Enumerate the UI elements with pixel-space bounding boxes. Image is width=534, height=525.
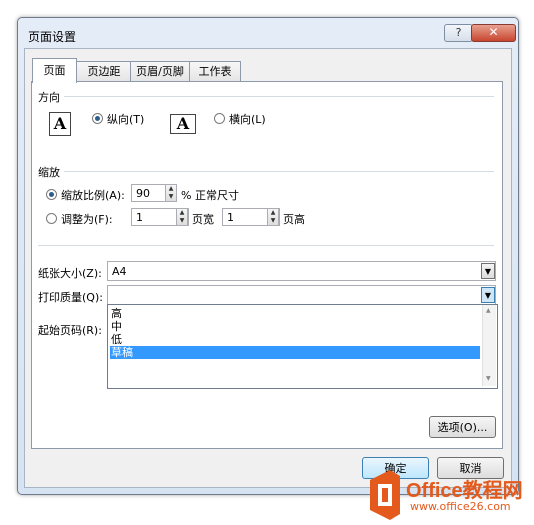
tab-margins[interactable]: 页边距 bbox=[75, 61, 133, 82]
scroll-down-icon[interactable]: ▼ bbox=[486, 375, 491, 382]
landscape-radio[interactable] bbox=[214, 113, 225, 124]
landscape-label[interactable]: 横向(L) bbox=[229, 111, 266, 127]
paper-size-select[interactable]: A4 bbox=[107, 261, 496, 281]
tab-header-footer[interactable]: 页眉/页脚 bbox=[130, 61, 190, 82]
portrait-label[interactable]: 纵向(T) bbox=[107, 111, 144, 127]
list-scrollbar[interactable]: ▲ ▼ bbox=[482, 305, 496, 386]
first-page-label: 起始页码(R): bbox=[38, 324, 102, 337]
adjust-to-label[interactable]: 缩放比例(A): bbox=[61, 187, 125, 203]
list-item[interactable]: 低 bbox=[110, 333, 122, 346]
list-item[interactable]: 高 bbox=[110, 307, 122, 320]
fit-pages-tall-suffix: 页高 bbox=[283, 213, 305, 226]
spin-up-icon[interactable]: ▲ bbox=[177, 209, 187, 217]
spin-down-icon[interactable]: ▼ bbox=[166, 193, 176, 201]
watermark: Office教程网 www.office26.com bbox=[362, 466, 534, 522]
fit-to-label[interactable]: 调整为(F): bbox=[61, 211, 113, 227]
orientation-divider bbox=[64, 96, 494, 97]
fit-to-radio[interactable] bbox=[46, 213, 57, 224]
spin-down-icon[interactable]: ▼ bbox=[177, 217, 187, 225]
paper-size-label: 纸张大小(Z): bbox=[38, 267, 102, 280]
close-button[interactable]: ✕ bbox=[471, 24, 516, 42]
watermark-brand: Office教程网 bbox=[406, 480, 523, 502]
watermark-url: www.office26.com bbox=[410, 500, 511, 513]
portrait-page-icon: A bbox=[49, 112, 71, 136]
help-button[interactable]: ? bbox=[444, 24, 473, 42]
landscape-page-icon: A bbox=[170, 114, 196, 134]
tab-sheet[interactable]: 工作表 bbox=[189, 61, 241, 82]
dialog-title: 页面设置 bbox=[28, 30, 77, 44]
paper-size-dropdown-arrow-icon[interactable]: ▼ bbox=[481, 263, 495, 279]
print-quality-dropdown-arrow-icon[interactable]: ▼ bbox=[481, 287, 495, 303]
portrait-radio[interactable] bbox=[92, 113, 103, 124]
tab-page[interactable]: 页面 bbox=[32, 58, 77, 83]
spin-up-icon[interactable]: ▲ bbox=[268, 209, 278, 217]
list-item[interactable]: 中 bbox=[110, 320, 122, 333]
list-item-selected[interactable]: 草稿 bbox=[110, 346, 480, 359]
spin-up-icon[interactable]: ▲ bbox=[166, 185, 176, 193]
print-quality-list[interactable]: 高 中 低 草稿 bbox=[107, 304, 498, 389]
scale-suffix: % 正常尺寸 bbox=[181, 189, 239, 202]
fit-pages-wide-suffix: 页宽 bbox=[192, 213, 214, 226]
spin-down-icon[interactable]: ▼ bbox=[268, 217, 278, 225]
options-button[interactable]: 选项(O)... bbox=[429, 416, 496, 438]
fit-pages-wide-spinner[interactable]: ▲ ▼ bbox=[176, 208, 188, 226]
orientation-heading: 方向 bbox=[38, 91, 60, 104]
print-quality-label: 打印质量(Q): bbox=[38, 291, 103, 304]
adjust-to-radio[interactable] bbox=[46, 189, 57, 200]
scroll-up-icon[interactable]: ▲ bbox=[486, 307, 491, 314]
scaling-divider bbox=[64, 171, 494, 172]
fit-pages-tall-spinner[interactable]: ▲ ▼ bbox=[267, 208, 279, 226]
section-divider bbox=[38, 245, 494, 246]
scaling-heading: 缩放 bbox=[38, 166, 60, 179]
print-quality-select[interactable] bbox=[107, 285, 496, 305]
scale-percent-spinner[interactable]: ▲ ▼ bbox=[165, 184, 177, 202]
